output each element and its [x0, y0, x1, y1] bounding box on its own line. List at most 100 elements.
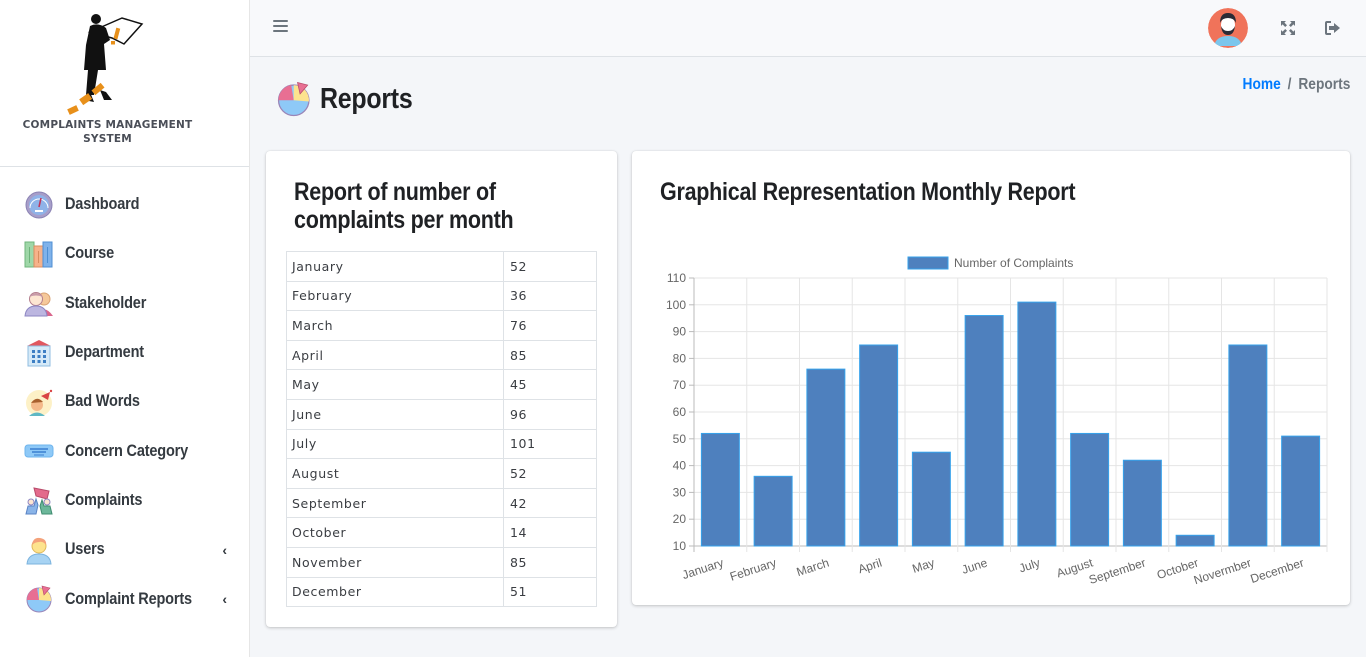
table-row: March 76	[286, 310, 597, 341]
sidebar-item-complaints[interactable]: Complaints	[0, 476, 249, 525]
books-icon	[23, 238, 55, 270]
sidebar-item-label: Bad Words	[65, 392, 140, 411]
count-cell: 36	[503, 280, 597, 312]
bar	[1017, 301, 1057, 547]
x-tick-label: June	[960, 555, 989, 576]
user-avatar[interactable]	[1208, 8, 1248, 48]
bar	[753, 475, 793, 547]
sidebar-item-concern-category[interactable]: Concern Category	[0, 426, 249, 475]
legend-swatch	[907, 256, 949, 270]
sidebar: COMPLAINTS MANAGEMENT SYSTEM Dashboard C…	[0, 0, 250, 657]
pie-chart-icon	[23, 583, 55, 615]
brand-name: COMPLAINTS MANAGEMENT SYSTEM	[0, 118, 215, 146]
user-icon	[23, 534, 55, 566]
sidebar-item-dashboard[interactable]: Dashboard	[0, 180, 249, 229]
table-row: February 36	[286, 280, 597, 312]
pie-chart-icon	[277, 82, 310, 117]
month-cell: February	[286, 280, 504, 312]
bar	[911, 451, 951, 547]
count-cell: 52	[503, 458, 597, 489]
table-row: June 96	[286, 398, 597, 430]
monthly-complaints-table: January 52 February 36 March 76 April 85 May 45 Ju…	[286, 251, 597, 608]
sidebar-item-users[interactable]: Users ‹	[0, 525, 249, 574]
page-title: Reports	[320, 82, 413, 115]
sidebar-item-label: Users	[65, 540, 105, 559]
x-tick-label: March	[795, 556, 831, 580]
x-tick-label: April	[856, 556, 883, 577]
sidebar-item-label: Department	[65, 343, 144, 362]
count-cell: 14	[503, 517, 597, 548]
x-tick-label: July	[1017, 556, 1042, 576]
table-row: May 45	[286, 369, 597, 400]
category-icon	[23, 435, 55, 467]
y-tick-label: 60	[673, 405, 687, 419]
sidebar-item-bad-words[interactable]: Bad Words	[0, 377, 249, 426]
count-cell: 42	[503, 487, 597, 519]
x-tick-label: May	[910, 556, 936, 576]
hamburger-icon[interactable]	[273, 20, 288, 34]
sidebar-item-label: Complaints	[65, 490, 143, 509]
x-tick-label: Novermber	[1192, 556, 1253, 588]
breadcrumb-current: Reports	[1298, 76, 1350, 93]
count-cell: 51	[503, 576, 597, 608]
logout-icon[interactable]	[1324, 19, 1342, 37]
month-cell: January	[286, 251, 504, 282]
bar	[1281, 435, 1321, 547]
x-tick-label: January	[680, 556, 725, 583]
y-tick-label: 80	[673, 351, 687, 365]
count-cell: 85	[503, 546, 597, 578]
month-cell: November	[286, 546, 504, 578]
month-cell: October	[286, 517, 504, 548]
bar	[806, 368, 846, 547]
bar	[700, 432, 740, 547]
sidebar-item-label: Stakeholder	[65, 293, 147, 312]
expand-icon[interactable]	[1279, 19, 1297, 37]
month-cell: August	[286, 458, 504, 489]
table-row: January 52	[286, 251, 597, 282]
bad-words-icon	[23, 386, 55, 418]
table-card-title: Report of number of complaints per month	[294, 178, 514, 234]
complaints-icon	[23, 484, 55, 516]
sidebar-item-label: Dashboard	[65, 195, 140, 214]
sidebar-item-stakeholder[interactable]: Stakeholder	[0, 279, 249, 328]
table-row: December 51	[286, 576, 597, 608]
month-cell: December	[286, 576, 504, 608]
y-tick-label: 70	[673, 378, 687, 392]
bar	[1070, 432, 1110, 547]
y-tick-label: 20	[673, 512, 687, 526]
sidebar-item-label: Complaint Reports	[65, 589, 192, 608]
y-tick-label: 90	[673, 325, 687, 339]
chevron-left-icon[interactable]: ‹	[222, 591, 227, 607]
table-row: April 85	[286, 339, 597, 371]
dashboard-gauge-icon	[23, 189, 55, 221]
breadcrumb-home-link[interactable]: Home	[1242, 76, 1280, 93]
bar-chart-container: Number of Complaints 10 20 30 40 50 60 70 80 90 10…	[632, 246, 1350, 596]
bar	[1228, 344, 1268, 547]
brand[interactable]: COMPLAINTS MANAGEMENT SYSTEM	[0, 0, 249, 167]
y-tick-label: 30	[673, 485, 687, 499]
bar	[964, 315, 1004, 547]
count-cell: 76	[503, 310, 597, 341]
y-tick-label: 100	[666, 298, 686, 312]
sidebar-item-department[interactable]: Department	[0, 328, 249, 377]
bar	[1122, 459, 1162, 547]
month-cell: June	[286, 398, 504, 430]
y-tick-label: 50	[673, 432, 687, 446]
people-icon	[23, 287, 55, 319]
y-tick-label: 110	[667, 271, 686, 285]
brand-line-2: SYSTEM	[83, 133, 132, 145]
brand-logo-icon	[67, 14, 144, 115]
breadcrumb-separator: /	[1287, 76, 1292, 93]
chart-card: Graphical Representation Monthly Report …	[632, 151, 1350, 605]
top-navbar	[250, 0, 1366, 57]
chevron-left-icon[interactable]: ‹	[222, 542, 227, 558]
sidebar-item-label: Course	[65, 244, 114, 263]
sidebar-item-course[interactable]: Course	[0, 229, 249, 278]
brand-line-1: COMPLAINTS MANAGEMENT	[22, 119, 193, 131]
monthly-table-card: Report of number of complaints per month…	[266, 151, 617, 627]
sidebar-item-complaint-reports[interactable]: Complaint Reports ‹	[0, 574, 249, 623]
page-header: Reports	[276, 80, 427, 118]
x-tick-label: February	[728, 556, 778, 584]
bar	[859, 344, 899, 547]
chart-card-title: Graphical Representation Monthly Report	[660, 178, 1076, 206]
